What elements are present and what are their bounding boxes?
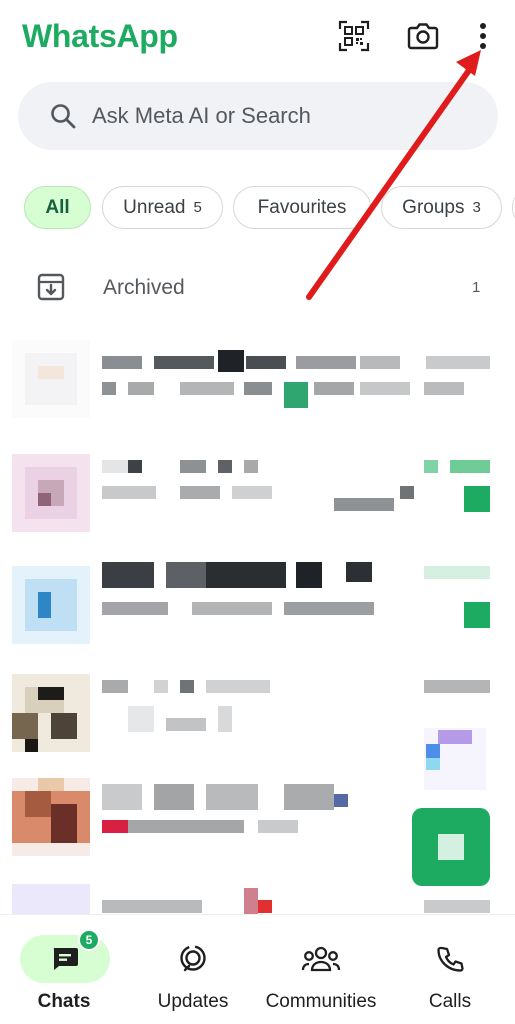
avatar (12, 454, 90, 532)
filter-chips: All Unread 5 Favourites Groups 3 (24, 186, 515, 230)
avatar (12, 674, 90, 752)
filter-chip-count: 5 (193, 199, 202, 216)
avatar (12, 566, 90, 644)
chat-row[interactable] (0, 332, 515, 442)
nav-label: Chats (37, 991, 91, 1012)
archived-count: 1 (472, 279, 481, 296)
chat-row[interactable] (0, 446, 515, 556)
filter-chip-label: All (45, 196, 70, 218)
phone-icon (415, 935, 485, 983)
chats-icon: 5 (20, 929, 110, 983)
top-app-bar: WhatsApp (0, 0, 515, 76)
nav-communities[interactable]: Communities (256, 915, 386, 1024)
search-bar[interactable]: Ask Meta AI or Search (18, 82, 498, 150)
avatar (12, 778, 90, 856)
filter-chip-favourites[interactable]: Favourites (233, 186, 371, 229)
floating-actions (412, 728, 492, 888)
updates-icon (158, 935, 228, 983)
qr-scan-icon[interactable] (334, 16, 374, 56)
app-title: WhatsApp (22, 18, 178, 54)
filter-chip-label: Groups (402, 196, 465, 218)
nav-updates[interactable]: Updates (140, 915, 246, 1024)
search-icon (48, 101, 78, 131)
nav-calls[interactable]: Calls (405, 915, 495, 1024)
filter-chip-unread[interactable]: Unread 5 (102, 186, 223, 229)
filter-chip-label: Favourites (257, 196, 347, 218)
whatsapp-screen: WhatsApp Ask Meta AI or Search All Unrea… (0, 0, 515, 1024)
bottom-navigation: 5 Chats Updates Communities Calls (0, 914, 515, 1024)
avatar (12, 340, 90, 418)
chat-row[interactable] (0, 558, 515, 668)
nav-chats[interactable]: 5 Chats (10, 915, 118, 1024)
new-chat-button[interactable] (412, 808, 490, 886)
meta-ai-button[interactable] (424, 728, 486, 790)
unread-badge: 5 (78, 929, 100, 951)
filter-chip-count: 3 (472, 199, 481, 216)
filter-chip-label: Unread (123, 196, 186, 218)
nav-label: Calls (428, 991, 472, 1012)
camera-icon[interactable] (403, 16, 443, 56)
archived-row[interactable]: Archived 1 (0, 262, 515, 316)
communities-icon (286, 935, 356, 983)
filter-chip-all[interactable]: All (24, 186, 91, 229)
search-placeholder: Ask Meta AI or Search (92, 103, 311, 128)
new-chat-icon (438, 834, 464, 860)
nav-label: Updates (157, 991, 229, 1012)
archive-icon (36, 272, 66, 302)
more-options-icon[interactable] (463, 16, 503, 56)
archived-label: Archived (103, 276, 185, 299)
filter-chip-groups[interactable]: Groups 3 (381, 186, 502, 229)
nav-label: Communities (265, 991, 377, 1012)
